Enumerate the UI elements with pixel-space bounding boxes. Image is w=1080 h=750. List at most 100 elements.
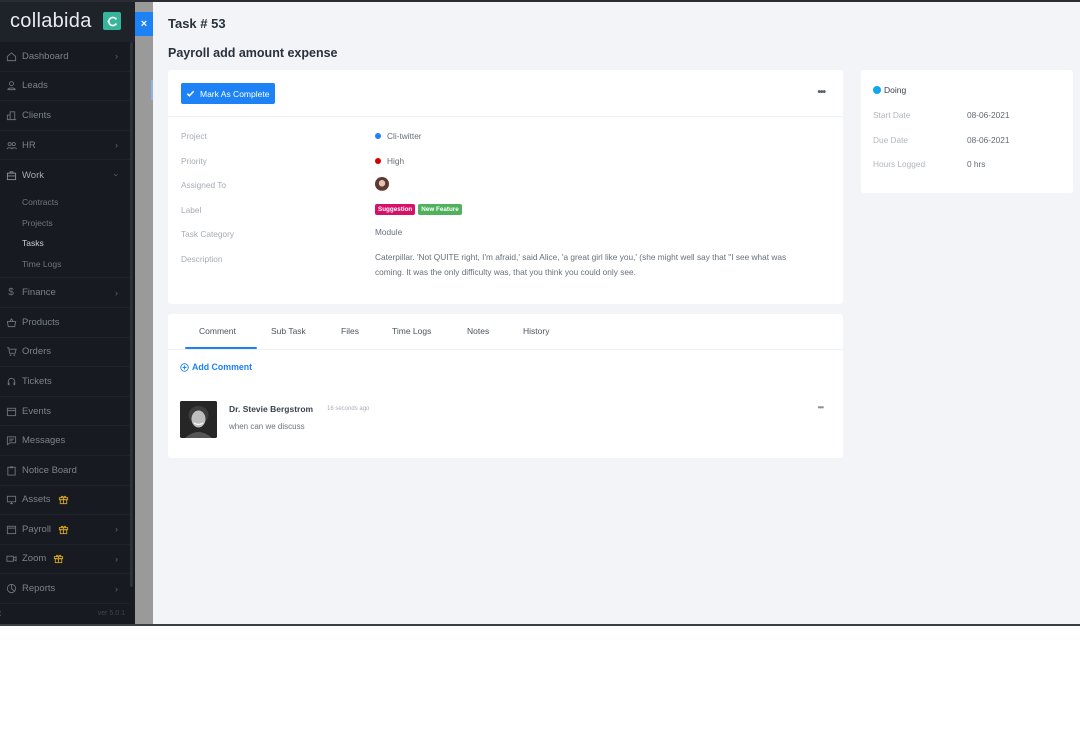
assignee-avatar[interactable] (375, 177, 389, 192)
chat-icon (0, 435, 22, 446)
sidebar-item-orders[interactable]: Orders (0, 338, 130, 368)
sidebar-item-finance[interactable]: $ Finance › (0, 278, 130, 308)
comment-more-icon[interactable]: ••• (818, 403, 824, 412)
detail-row-description: Description Caterpillar. 'Not QUITE righ… (181, 251, 831, 277)
sidebar-item-hr[interactable]: HR › (0, 131, 130, 161)
comment-author: Dr. Stevie Bergstrom (229, 404, 314, 414)
detail-label: Label (181, 204, 202, 215)
more-options-icon[interactable]: ••• (817, 87, 825, 98)
sidebar: collabida Dashboard › Leads Clients HR ›… (0, 0, 135, 626)
sidebar-item-work[interactable]: Work › (0, 160, 130, 190)
detail-value (375, 177, 389, 192)
sidebar-menu: Dashboard › Leads Clients HR › Work › Co… (0, 42, 130, 604)
sidebar-subitem-tasks[interactable]: Tasks (0, 233, 130, 254)
description-text: Caterpillar. 'Not QUITE right, I'm afrai… (375, 251, 787, 277)
detail-label: Project (181, 131, 207, 141)
add-comment-button[interactable]: Add Comment (180, 362, 252, 372)
active-tab-indicator (185, 347, 257, 349)
page-title: Payroll add amount expense (168, 46, 338, 60)
status-badge: Doing (873, 85, 906, 95)
detail-row-task-category: Task Category Module (181, 226, 831, 251)
sidebar-item-label: Messages (22, 435, 66, 447)
chevron-down-icon: › (111, 173, 122, 177)
sidebar-item-tickets[interactable]: Tickets (0, 367, 130, 397)
chevron-right-icon: › (115, 583, 118, 594)
chevron-right-icon: › (115, 51, 118, 62)
tab-time-logs[interactable]: Time Logs (392, 326, 431, 336)
sidebar-item-messages[interactable]: Messages (0, 426, 130, 456)
sidebar-subitem-contracts[interactable]: Contracts (0, 192, 130, 213)
status-dot (873, 86, 881, 94)
sidebar-item-payroll[interactable]: Payroll › (0, 515, 130, 545)
tab-comment[interactable]: Comment (199, 326, 236, 336)
detail-value: Module (375, 227, 403, 238)
sidebar-item-label: Zoom (22, 553, 47, 565)
sidebar-item-label: Notice Board (22, 464, 77, 476)
status-row-label: Due Date (873, 135, 909, 145)
gift-icon (58, 494, 69, 505)
check-icon (186, 90, 195, 97)
plus-circle-icon (180, 362, 189, 372)
chevron-right-icon: › (115, 140, 118, 151)
main-content: Task # 53 Payroll add amount expense Mar… (153, 0, 1080, 626)
brand-logo-icon (103, 12, 121, 30)
detail-label: Description (181, 253, 223, 264)
detail-row-priority: Priority High (181, 153, 831, 178)
status-row-value: 08-06-2021 (967, 135, 1010, 145)
building-icon (0, 110, 22, 121)
tab-sub-task[interactable]: Sub Task (271, 326, 306, 336)
app-screen: collabida Dashboard › Leads Clients HR ›… (0, 0, 1080, 626)
sidebar-item-label: Assets (22, 494, 51, 506)
sidebar-item-events[interactable]: Events (0, 397, 130, 427)
detail-value: Suggestion New Feature (375, 203, 462, 215)
sidebar-item-label: Work (22, 169, 44, 181)
sidebar-item-label: Reports (22, 583, 56, 595)
status-row-value: 0 hrs (967, 159, 986, 169)
task-detail-list: Project Cli-twitter Priority High Assign… (181, 128, 831, 277)
clipboard-icon (0, 465, 22, 476)
detail-value: High (375, 156, 404, 166)
sidebar-item-notice-board[interactable]: Notice Board (0, 456, 130, 486)
sidebar-item-label: Dashboard (22, 50, 69, 62)
sidebar-item-leads[interactable]: Leads (0, 72, 130, 102)
collapse-sidebar-icon[interactable]: ‹ (0, 608, 1, 619)
overlay-backdrop[interactable] (135, 0, 153, 626)
project-link[interactable]: Cli-twitter (387, 131, 422, 141)
sidebar-subitem-projects[interactable]: Projects (0, 213, 130, 234)
close-sidebar-button[interactable]: × (135, 12, 153, 36)
tab-files[interactable]: Files (341, 326, 359, 336)
task-details-header: Mark As Complete ••• (168, 70, 843, 117)
mark-as-complete-button[interactable]: Mark As Complete (181, 83, 276, 104)
sidebar-item-label: Payroll (22, 523, 52, 535)
status-label: Doing (884, 85, 907, 95)
sidebar-item-clients[interactable]: Clients (0, 101, 130, 131)
sidebar-item-assets[interactable]: Assets (0, 486, 130, 516)
sidebar-subitem-time-logs[interactable]: Time Logs (0, 254, 130, 275)
sidebar-item-label: Events (22, 405, 52, 417)
tab-history[interactable]: History (523, 326, 549, 336)
sidebar-item-dashboard[interactable]: Dashboard › (0, 42, 130, 72)
tab-notes[interactable]: Notes (467, 326, 489, 336)
sidebar-scrollbar[interactable] (130, 42, 133, 587)
label-tag-suggestion: Suggestion (375, 203, 416, 215)
chevron-right-icon: › (115, 287, 118, 298)
sidebar-item-label: Finance (22, 287, 56, 299)
user-icon (0, 80, 22, 91)
task-tabs: Comment Sub Task Files Time Logs Notes H… (168, 314, 843, 350)
window-bottom-border (0, 624, 1080, 626)
comment-timestamp: 16 seconds ago (327, 406, 370, 412)
status-row-label: Start Date (873, 110, 911, 120)
sidebar-item-products[interactable]: Products (0, 308, 130, 338)
chevron-right-icon: › (115, 553, 118, 564)
priority-value: High (387, 155, 405, 166)
sidebar-item-label: Leads (22, 80, 48, 92)
commenter-avatar (180, 401, 217, 438)
brand[interactable]: collabida (0, 0, 135, 42)
window-top-border (0, 0, 1080, 2)
dollar-icon: $ (8, 287, 14, 299)
detail-label: Assigned To (181, 180, 227, 191)
sidebar-item-zoom[interactable]: Zoom › (0, 545, 130, 575)
detail-row-label: Label Suggestion New Feature (181, 202, 831, 227)
status-row-label: Hours Logged (873, 159, 926, 169)
detail-value: Cli-twitter (375, 131, 422, 141)
